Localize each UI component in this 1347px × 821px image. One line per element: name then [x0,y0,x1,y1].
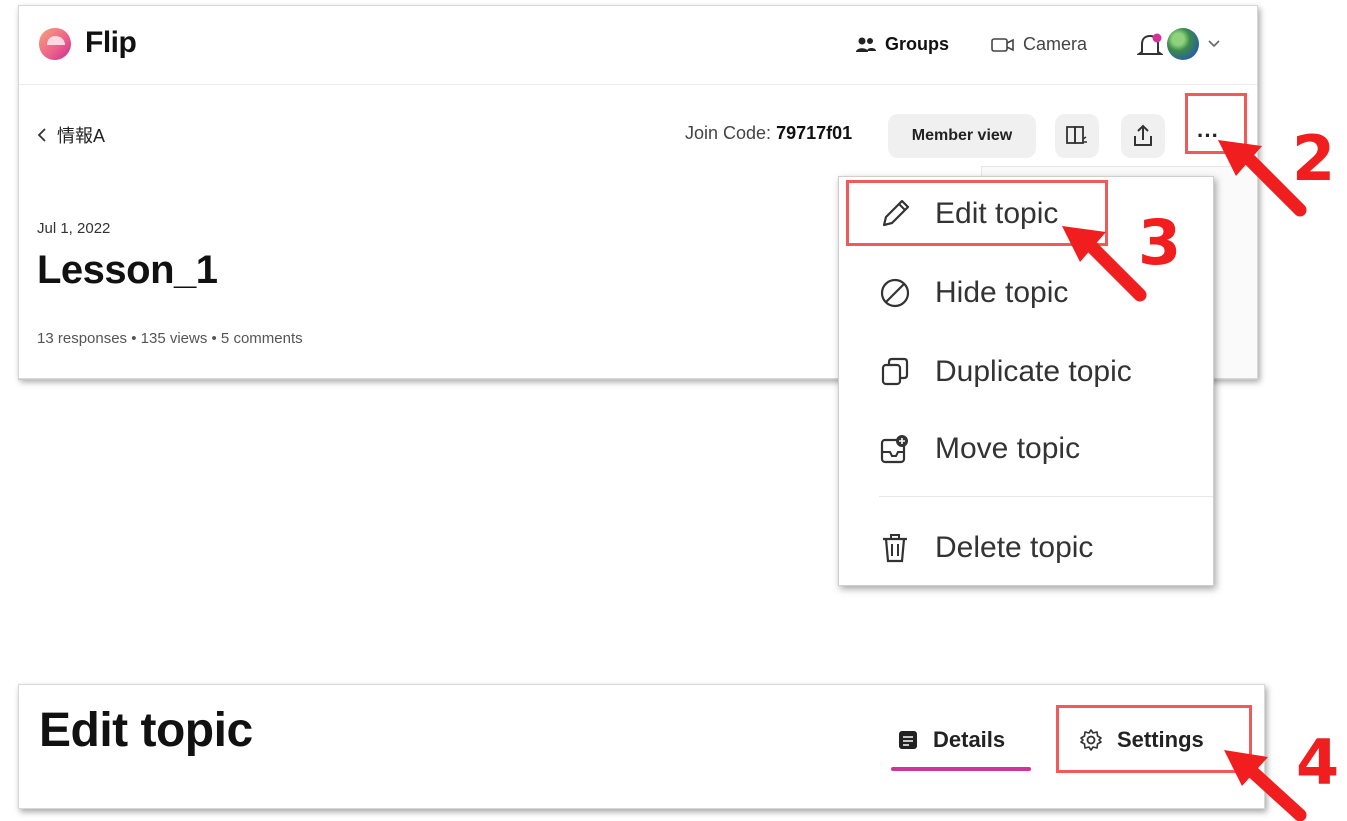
join-code: Join Code: 79717f01 [685,123,852,144]
immersive-reader-icon [1066,126,1087,144]
menu-item-move-topic[interactable]: Move topic [839,414,1213,484]
join-code-label: Join Code: [685,123,772,143]
tab-details-label: Details [933,727,1006,752]
topic-stats: 13 responses • 135 views • 5 comments [37,330,303,347]
hide-icon [873,271,917,315]
join-code-value: 79717f01 [776,123,853,143]
chevron-down-icon[interactable] [1207,36,1221,50]
edit-topic-title: Edit topic [39,704,253,757]
active-tab-indicator [891,767,1031,771]
step-2-number: 2 [1292,122,1336,195]
menu-item-label: Delete topic [935,531,1094,564]
camera-button[interactable]: Camera [991,34,1087,55]
camera-icon [991,37,1014,52]
duplicate-icon [873,350,917,394]
menu-divider [879,496,1213,497]
flip-logo-icon [39,28,71,60]
groups-button[interactable]: Groups [855,34,949,55]
step-3-number: 3 [1138,206,1182,279]
immersive-reader-button[interactable] [1055,114,1099,158]
share-icon [1134,124,1152,146]
menu-item-label: Duplicate topic [935,355,1132,388]
trash-icon [873,526,917,570]
step-3-highlight [846,180,1108,246]
top-nav-bar: Flip Groups Camera [19,6,1257,85]
menu-item-delete-topic[interactable]: Delete topic [839,513,1213,583]
camera-label: Camera [1023,34,1088,54]
chevron-left-icon [37,128,46,142]
topic-title: Lesson_1 [37,248,218,292]
share-button[interactable] [1121,114,1165,158]
step-4-highlight [1056,705,1252,773]
brand-name: Flip [85,26,137,59]
back-to-group-link[interactable]: 情報A [37,122,105,148]
notification-bell-icon[interactable] [1137,32,1163,60]
groups-label: Groups [885,34,950,54]
step-4-number: 4 [1296,726,1340,799]
group-name: 情報A [57,126,106,146]
menu-item-duplicate-topic[interactable]: Duplicate topic [839,337,1213,407]
topic-date: Jul 1, 2022 [37,220,111,237]
groups-icon [856,37,876,52]
member-view-button[interactable]: Member view [888,114,1036,158]
tab-details[interactable]: Details [897,727,1005,753]
move-icon [873,427,917,471]
step-2-highlight [1185,93,1247,154]
menu-item-label: Move topic [935,432,1081,465]
details-icon [899,731,917,749]
avatar[interactable] [1167,28,1199,60]
menu-item-label: Hide topic [935,276,1069,309]
